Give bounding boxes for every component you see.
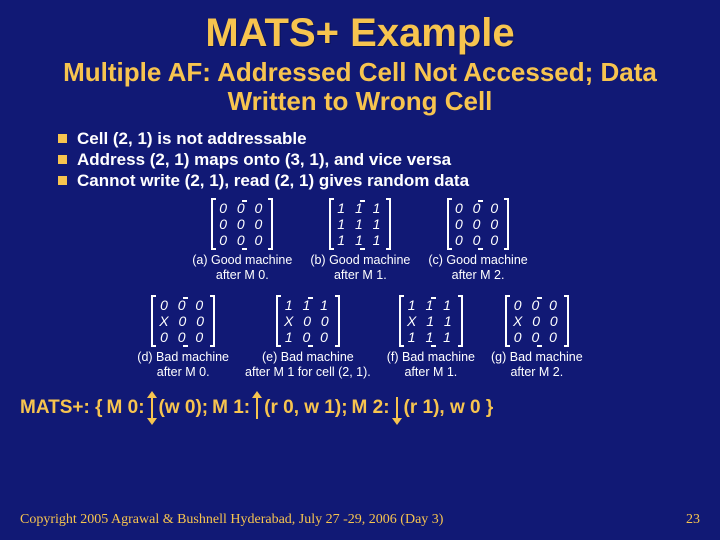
bullet-list: Cell (2, 1) is not addressable Address (… bbox=[58, 129, 702, 191]
matrix-row: 0 0 0 bbox=[159, 329, 207, 345]
matrix-caption: (g) Bad machine after M 2. bbox=[491, 350, 583, 379]
matrix-row: 1 1 1 bbox=[407, 329, 455, 345]
matrix-row: X 0 0 bbox=[513, 313, 561, 329]
matrix-row: 1 1 1 bbox=[284, 297, 332, 313]
good-matrix-row: 0 0 0 0 0 0 0 0 0 (a) Good machine after… bbox=[18, 199, 702, 282]
bullet-item: Address (2, 1) maps onto (3, 1), and vic… bbox=[58, 150, 702, 170]
slide-footer: Copyright 2005 Agrawal & Bushnell Hydera… bbox=[20, 512, 700, 528]
matrix-brackets: 1 1 1 X 1 1 1 1 1 bbox=[399, 296, 463, 346]
matrix-row: X 1 1 bbox=[407, 313, 455, 329]
matrix-row: 0 0 0 bbox=[513, 297, 561, 313]
bullet-text: Address (2, 1) maps onto (3, 1), and vic… bbox=[77, 150, 451, 170]
matrix-row: X 0 0 bbox=[284, 313, 332, 329]
matrix-brackets: 0 0 0 0 0 0 0 0 0 bbox=[211, 199, 273, 249]
slide-subtitle: Multiple AF: Addressed Cell Not Accessed… bbox=[18, 58, 702, 115]
bullet-text: Cannot write (2, 1), read (2, 1) gives r… bbox=[77, 171, 469, 191]
matrix-caption: (e) Bad machine after M 1 for cell (2, 1… bbox=[245, 350, 371, 379]
matrix-row: 0 0 0 bbox=[455, 216, 501, 232]
matrix-row: 0 0 0 bbox=[455, 232, 501, 248]
mats-r0w1: (r 0, w 1); bbox=[264, 397, 347, 419]
matrix-caption: (a) Good machine after M 0. bbox=[192, 253, 292, 282]
matrix-row: 0 0 0 bbox=[219, 216, 265, 232]
slide: MATS+ Example Multiple AF: Addressed Cel… bbox=[0, 0, 720, 540]
mats-m2-label: M 2: bbox=[352, 397, 390, 419]
mats-w0: (w 0); bbox=[159, 397, 209, 419]
matrix-row: X 0 0 bbox=[159, 313, 207, 329]
matrix-row: 0 0 0 bbox=[159, 297, 207, 313]
bullet-icon bbox=[58, 155, 67, 164]
matrix-brackets: 0 0 0 X 0 0 0 0 0 bbox=[505, 296, 569, 346]
matrix-row: 1 0 0 bbox=[284, 329, 332, 345]
matrix-brackets: 0 0 0 X 0 0 0 0 0 bbox=[151, 296, 215, 346]
matrix-row: 1 1 1 bbox=[407, 297, 455, 313]
matrix-a: 0 0 0 0 0 0 0 0 0 (a) Good machine after… bbox=[192, 199, 292, 282]
bullet-item: Cannot write (2, 1), read (2, 1) gives r… bbox=[58, 171, 702, 191]
matrix-c: 0 0 0 0 0 0 0 0 0 (c) Good machine after… bbox=[428, 199, 527, 282]
bullet-text: Cell (2, 1) is not addressable bbox=[77, 129, 307, 149]
mats-r1w0: (r 1), w 0 } bbox=[404, 397, 494, 419]
arrow-updown-icon bbox=[151, 397, 153, 419]
matrix-row: 0 0 0 bbox=[513, 329, 561, 345]
bullet-icon bbox=[58, 134, 67, 143]
mats-m0-label: M 0: bbox=[107, 397, 145, 419]
footer-left: Copyright 2005 Agrawal & Bushnell Hydera… bbox=[20, 512, 443, 528]
matrix-g: 0 0 0 X 0 0 0 0 0 (g) Bad machine after … bbox=[491, 296, 583, 379]
arrow-down-icon bbox=[396, 397, 398, 419]
bullet-icon bbox=[58, 176, 67, 185]
matrix-row: 0 0 0 bbox=[455, 200, 501, 216]
mats-label: MATS+: { bbox=[20, 397, 103, 419]
matrix-row: 1 1 1 bbox=[337, 232, 383, 248]
arrow-up-icon bbox=[256, 397, 258, 419]
matrix-b: 1 1 1 1 1 1 1 1 1 (b) Good machine after… bbox=[310, 199, 410, 282]
matrix-d: 0 0 0 X 0 0 0 0 0 (d) Bad machine after … bbox=[137, 296, 229, 379]
mats-m1-label: M 1: bbox=[212, 397, 250, 419]
bad-matrix-row: 0 0 0 X 0 0 0 0 0 (d) Bad machine after … bbox=[18, 296, 702, 379]
matrix-caption: (c) Good machine after M 2. bbox=[428, 253, 527, 282]
matrix-brackets: 1 1 1 X 0 0 1 0 0 bbox=[276, 296, 340, 346]
matrix-caption: (f) Bad machine after M 1. bbox=[387, 350, 475, 379]
matrix-brackets: 0 0 0 0 0 0 0 0 0 bbox=[447, 199, 509, 249]
matrix-row: 0 0 0 bbox=[219, 232, 265, 248]
matrix-caption: (d) Bad machine after M 0. bbox=[137, 350, 229, 379]
matrix-row: 0 0 0 bbox=[219, 200, 265, 216]
matrix-brackets: 1 1 1 1 1 1 1 1 1 bbox=[329, 199, 391, 249]
bullet-item: Cell (2, 1) is not addressable bbox=[58, 129, 702, 149]
matrix-row: 1 1 1 bbox=[337, 216, 383, 232]
matrix-f: 1 1 1 X 1 1 1 1 1 (f) Bad machine after … bbox=[387, 296, 475, 379]
matrix-row: 1 1 1 bbox=[337, 200, 383, 216]
matrix-caption: (b) Good machine after M 1. bbox=[310, 253, 410, 282]
slide-title: MATS+ Example bbox=[18, 12, 702, 54]
matrix-e: 1 1 1 X 0 0 1 0 0 (e) Bad machine after … bbox=[245, 296, 371, 379]
mats-algorithm-line: MATS+: { M 0: (w 0); M 1: (r 0, w 1); M … bbox=[20, 397, 702, 419]
page-number: 23 bbox=[686, 512, 700, 528]
